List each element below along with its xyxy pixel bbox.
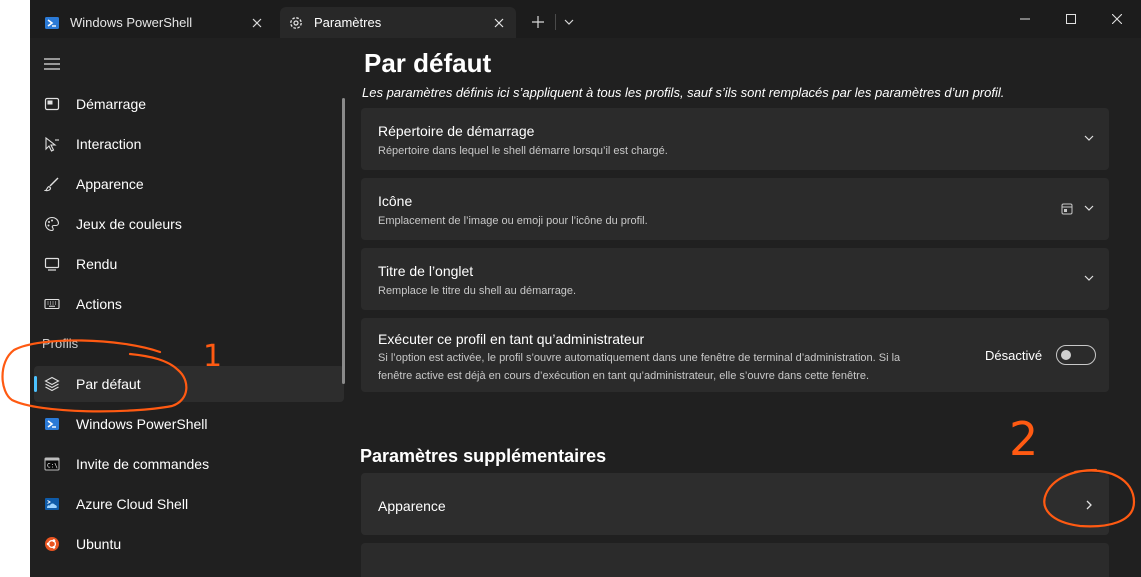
- sidebar-item-label: Interaction: [76, 136, 142, 152]
- sidebar-item-label: Apparence: [76, 176, 144, 192]
- card-description: Répertoire dans lequel le shell démarre …: [378, 145, 668, 157]
- sidebar-item-invite-de-commandes[interactable]: C:\ Invite de commandes: [34, 446, 344, 482]
- sidebar-item-label: Actions: [76, 296, 122, 312]
- maximize-icon: [1066, 14, 1076, 24]
- sidebar-item-interaction[interactable]: Interaction: [34, 126, 344, 162]
- interaction-icon: [42, 134, 62, 154]
- card-title: Répertoire de démarrage: [378, 123, 535, 139]
- startup-icon: [42, 94, 62, 114]
- chevron-down-icon: [564, 19, 574, 25]
- new-tab-button[interactable]: [528, 12, 548, 32]
- tab-dropdown-button[interactable]: [559, 12, 579, 32]
- maximize-button[interactable]: [1058, 6, 1084, 32]
- selection-indicator: [34, 376, 37, 392]
- settings-sidebar: Démarrage Interaction Apparence Jeux de …: [30, 38, 348, 577]
- close-icon[interactable]: [488, 12, 510, 34]
- profiles-section-header: Profils: [42, 336, 79, 351]
- sidebar-item-label: Invite de commandes: [76, 456, 210, 472]
- sidebar-item-demarrage[interactable]: Démarrage: [34, 86, 344, 122]
- plus-icon: [532, 16, 544, 28]
- minimize-button[interactable]: [1012, 6, 1038, 32]
- sidebar-item-label: Azure Cloud Shell: [76, 496, 189, 512]
- sidebar-item-apparence[interactable]: Apparence: [34, 166, 344, 202]
- sidebar-item-jeux-de-couleurs[interactable]: Jeux de couleurs: [34, 206, 344, 242]
- page-title: Par défaut: [364, 48, 492, 78]
- sidebar-item-actions[interactable]: Actions: [34, 286, 344, 322]
- chevron-down-icon[interactable]: [1079, 268, 1099, 288]
- toggle-knob: [1061, 350, 1071, 360]
- sidebar-item-label: Windows PowerShell: [76, 416, 208, 432]
- tab-separator: [555, 14, 556, 30]
- chevron-down-icon[interactable]: [1079, 128, 1099, 148]
- gear-icon: [288, 15, 304, 31]
- azure-icon: [42, 494, 62, 514]
- setting-card-icone[interactable]: Icône Emplacement de l’image ou emoji po…: [361, 178, 1109, 240]
- powershell-icon: [42, 414, 62, 434]
- page-description: Les paramètres définis ici s’appliquent …: [362, 85, 1005, 100]
- setting-card-titre-onglet[interactable]: Titre de l’onglet Remplace le titre du s…: [361, 248, 1109, 310]
- monitor-icon: [42, 254, 62, 274]
- palette-icon: [42, 214, 62, 234]
- run-as-admin-toggle[interactable]: [1056, 345, 1096, 365]
- hamburger-icon: [44, 58, 60, 70]
- svg-text:C:\: C:\: [47, 463, 58, 470]
- layers-icon: [42, 374, 62, 394]
- setting-card-repertoire-demarrage[interactable]: Répertoire de démarrage Répertoire dans …: [361, 108, 1109, 170]
- tab-parametres[interactable]: Paramètres: [280, 7, 516, 38]
- card-title: Apparence: [378, 498, 446, 514]
- sidebar-item-label: Démarrage: [76, 96, 147, 112]
- sidebar-scrollbar[interactable]: [342, 98, 345, 384]
- brush-icon: [42, 174, 62, 194]
- ubuntu-icon: [42, 534, 62, 554]
- sidebar-item-azure-cloud-shell[interactable]: Azure Cloud Shell: [34, 486, 344, 522]
- setting-card-apparence[interactable]: Apparence: [361, 473, 1109, 535]
- window-close-button[interactable]: [1104, 6, 1130, 32]
- card-description: Emplacement de l’image ou emoji pour l’i…: [378, 215, 648, 227]
- tab-windows-powershell[interactable]: Windows PowerShell: [36, 7, 274, 38]
- image-preview-icon: [1061, 202, 1073, 215]
- card-description-line: fenêtre active est déjà en cours d’exécu…: [378, 370, 870, 382]
- chevron-down-icon[interactable]: [1079, 198, 1099, 218]
- card-description: Remplace le titre du shell au démarrage.: [378, 285, 577, 297]
- card-description-line: Si l’option est activée, le profil s’ouv…: [378, 352, 901, 364]
- minimize-icon: [1020, 18, 1030, 20]
- terminal-settings-window: Windows PowerShell Paramètres Démarrage …: [30, 0, 1141, 577]
- sidebar-item-label: Jeux de couleurs: [76, 216, 182, 232]
- card-title: Titre de l’onglet: [378, 263, 474, 279]
- sidebar-item-ubuntu[interactable]: Ubuntu: [34, 526, 344, 562]
- sidebar-item-windows-powershell[interactable]: Windows PowerShell: [34, 406, 344, 442]
- tab-label: Windows PowerShell: [70, 15, 193, 30]
- card-title: Exécuter ce profil en tant qu’administra…: [378, 331, 645, 347]
- card-title: Icône: [378, 193, 413, 209]
- section-title: Paramètres supplémentaires: [360, 446, 607, 466]
- close-icon: [1112, 14, 1122, 24]
- sidebar-item-par-defaut[interactable]: Par défaut: [34, 366, 344, 402]
- chevron-right-icon[interactable]: [1079, 495, 1099, 515]
- setting-card-partial[interactable]: [361, 543, 1109, 577]
- settings-main-panel: Par défaut Les paramètres définis ici s’…: [348, 38, 1141, 577]
- close-icon[interactable]: [246, 12, 268, 34]
- cmd-icon: C:\: [42, 454, 62, 474]
- powershell-icon: [44, 15, 60, 31]
- toggle-state-label: Désactivé: [985, 348, 1043, 363]
- sidebar-item-rendu[interactable]: Rendu: [34, 246, 344, 282]
- menu-toggle-button[interactable]: [38, 50, 66, 78]
- tab-label: Paramètres: [314, 15, 382, 30]
- sidebar-item-label: Rendu: [76, 256, 118, 272]
- keyboard-icon: [42, 294, 62, 314]
- title-bar: Windows PowerShell Paramètres: [30, 0, 1141, 38]
- sidebar-item-label: Ubuntu: [76, 536, 122, 552]
- sidebar-item-label: Par défaut: [76, 376, 141, 392]
